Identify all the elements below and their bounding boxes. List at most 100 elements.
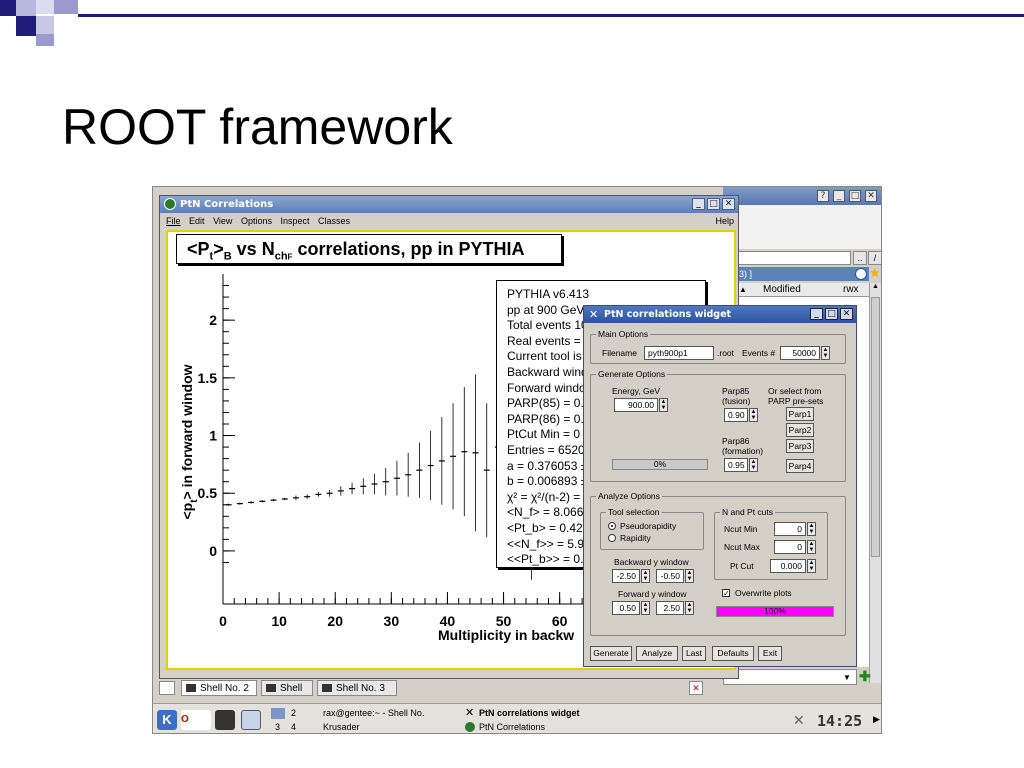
new-tab-icon[interactable]	[159, 681, 175, 695]
forward-min-input[interactable]: 0.50	[612, 601, 640, 615]
kde-menu-icon[interactable]: K	[157, 710, 177, 730]
minimize-icon[interactable]: _	[810, 308, 823, 320]
pager-desk-1[interactable]	[271, 708, 285, 719]
y-tick-label: 2	[209, 312, 217, 328]
column-modified[interactable]: Modified	[763, 283, 801, 297]
menu-edit[interactable]: Edit	[189, 216, 205, 226]
defaults-button[interactable]: Defaults	[712, 646, 754, 661]
pager-label-3[interactable]: 4	[291, 722, 296, 732]
energy-stepper[interactable]: ▲ ▼	[659, 398, 668, 412]
clock[interactable]: 14:25	[817, 712, 862, 730]
task-canvas[interactable]: PtN Correlations	[479, 722, 545, 732]
x-tick-label: 30	[384, 613, 400, 629]
cursor-icon[interactable]	[241, 710, 261, 730]
parp1-button[interactable]: Parp1	[786, 407, 814, 421]
krusader-up-button[interactable]: ..	[853, 251, 867, 265]
group-label: Analyze Options	[596, 491, 662, 501]
screenshot: ? _ □ ✕ .. / 3) ] ★ ▲ Modified rwx ▲ ▼ ✚…	[152, 186, 882, 734]
terminal-icon	[322, 684, 332, 692]
pager-label-1[interactable]: 2	[291, 708, 296, 718]
menu-view[interactable]: View	[213, 216, 232, 226]
deco-square-3	[36, 0, 54, 14]
maximize-icon[interactable]: □	[849, 190, 861, 202]
terminal-icon[interactable]	[215, 710, 235, 730]
ncut-max-input[interactable]: 0	[774, 540, 806, 554]
task-shell[interactable]: rax@gentee:~ - Shell No.	[323, 708, 424, 718]
analyze-button[interactable]: Analyze	[636, 646, 678, 661]
parp86-stepper[interactable]: ▲ ▼	[749, 458, 758, 472]
events-stepper[interactable]: ▲ ▼	[821, 346, 830, 360]
pseudorapidity-radio[interactable]	[608, 522, 616, 530]
backward-min-stepper[interactable]: ▲ ▼	[641, 569, 650, 583]
menu-classes[interactable]: Classes	[318, 216, 350, 226]
ptcut-input[interactable]: 0.000	[770, 559, 806, 573]
close-tab-icon[interactable]: ✕	[689, 681, 703, 695]
events-label: Events #	[742, 348, 776, 358]
ncut-min-input[interactable]: 0	[774, 522, 806, 536]
ptcut-stepper[interactable]: ▲ ▼	[807, 559, 816, 573]
forward-max-input[interactable]: 2.50	[656, 601, 684, 615]
pager-label-2[interactable]: 3	[275, 722, 280, 732]
task-krusader[interactable]: Krusader	[323, 722, 360, 732]
refresh-icon[interactable]	[855, 268, 867, 280]
menu-file[interactable]: File	[166, 216, 181, 226]
tab-shell-3[interactable]: Shell No. 3	[317, 680, 397, 696]
group-label: Generate Options	[596, 369, 668, 379]
krusader-scrollbar[interactable]: ▲ ▼	[869, 283, 881, 730]
star-icon[interactable]: ★	[869, 265, 881, 281]
energy-input[interactable]: 900.00	[614, 398, 658, 412]
krusader-path-input[interactable]	[723, 251, 851, 265]
overwrite-checkbox[interactable]: ✓	[722, 589, 730, 598]
menu-inspect[interactable]: Inspect	[280, 216, 309, 226]
opera-icon[interactable]: O	[181, 710, 211, 730]
exit-button[interactable]: Exit	[758, 646, 782, 661]
tools-icon[interactable]: ✕	[793, 712, 805, 729]
scroll-up-icon[interactable]: ▲	[870, 283, 881, 294]
progress-text: 100%	[764, 606, 786, 616]
parp85-stepper[interactable]: ▲ ▼	[749, 408, 758, 422]
maximize-icon[interactable]: □	[707, 198, 720, 210]
task-widget[interactable]: PtN correlations widget	[479, 708, 580, 718]
combo-arrow-icon[interactable]: ▼	[843, 673, 851, 682]
ncut-min-stepper[interactable]: ▲ ▼	[807, 522, 816, 536]
scroll-thumb[interactable]	[871, 297, 880, 557]
filename-input[interactable]: pyth900p1	[644, 346, 714, 360]
add-icon[interactable]: ✚	[859, 669, 871, 683]
last-button[interactable]: Last	[682, 646, 706, 661]
app-icon	[465, 722, 475, 732]
forward-min-stepper[interactable]: ▲ ▼	[641, 601, 650, 615]
parp3-button[interactable]: Parp3	[786, 439, 814, 453]
expand-arrow-icon[interactable]: ▶	[873, 714, 880, 725]
close-icon[interactable]: ✕	[840, 308, 853, 320]
minimize-icon[interactable]: _	[833, 190, 845, 202]
backward-max-stepper[interactable]: ▲ ▼	[685, 569, 694, 583]
x-tick-label: 10	[271, 613, 287, 629]
combo-box[interactable]	[723, 669, 857, 685]
backward-min-input[interactable]: -2.50	[612, 569, 640, 583]
rapidity-label: Rapidity	[620, 533, 651, 543]
events-input[interactable]: 50000	[780, 346, 820, 360]
tab-shell[interactable]: Shell	[261, 680, 313, 696]
y-label-part: <p	[179, 503, 195, 520]
parp2-button[interactable]: Parp2	[786, 423, 814, 437]
close-icon[interactable]: ✕	[722, 198, 735, 210]
column-permissions[interactable]: rwx	[843, 283, 859, 297]
forward-max-stepper[interactable]: ▲ ▼	[685, 601, 694, 615]
terminal-icon	[266, 684, 276, 692]
menu-help[interactable]: Help	[715, 214, 734, 228]
ncut-max-stepper[interactable]: ▲ ▼	[807, 540, 816, 554]
tab-shell-2[interactable]: Shell No. 2	[181, 680, 257, 696]
tab-label: Shell	[280, 683, 303, 694]
maximize-icon[interactable]: □	[825, 308, 838, 320]
minimize-icon[interactable]: _	[692, 198, 705, 210]
generate-button[interactable]: Generate	[590, 646, 632, 661]
krusader-root-button[interactable]: /	[868, 251, 881, 265]
rapidity-radio[interactable]	[608, 534, 616, 542]
help-icon[interactable]: ?	[817, 190, 829, 202]
menu-options[interactable]: Options	[241, 216, 272, 226]
backward-max-input[interactable]: -0.50	[656, 569, 684, 583]
parp86-input[interactable]: 0.95	[724, 458, 748, 472]
parp4-button[interactable]: Parp4	[786, 459, 814, 473]
parp85-input[interactable]: 0.90	[724, 408, 748, 422]
close-icon[interactable]: ✕	[865, 190, 877, 202]
